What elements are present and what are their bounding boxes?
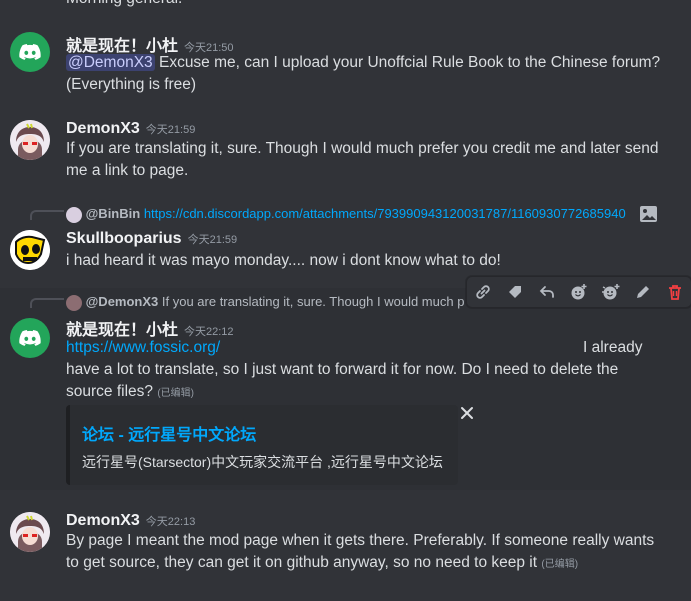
message-text-line: have a lot to translate, so I just want …	[66, 361, 619, 378]
link-icon[interactable]	[467, 276, 499, 308]
reply-link[interactable]: https://cdn.discordapp.com/attachments/7…	[144, 206, 626, 221]
message-actions-toolbar	[466, 276, 691, 308]
message-text-line: By page I meant the mod page when it get…	[66, 532, 655, 549]
message: 就是现在！小杜 今天21:50 @DemonX3 Excuse me, can I…	[0, 28, 691, 98]
message-content: @DemonX3 Excuse me, can I upload your Un…	[66, 52, 660, 74]
anime-avatar-icon	[10, 120, 50, 160]
delete-icon[interactable]	[659, 276, 691, 308]
discord-logo-icon	[19, 330, 41, 346]
mini-avatar	[66, 294, 82, 311]
message: DemonX3 今天22:13 By page I meant the mod p…	[0, 508, 691, 578]
user-mention[interactable]: @DemonX3	[66, 54, 155, 71]
tag-icon[interactable]	[499, 276, 531, 308]
embed-title[interactable]: 论坛 - 远行星号中文论坛	[82, 421, 256, 445]
message-text-line: to get source, they can get it on github…	[66, 554, 538, 571]
reply-preview[interactable]: @DemonX3 If you are translating it, sure…	[66, 294, 506, 311]
message-text: I already	[583, 339, 643, 356]
author-name[interactable]: DemonX3	[66, 512, 140, 529]
reply-author[interactable]: @DemonX3	[86, 294, 159, 309]
add-super-reaction-icon[interactable]	[595, 276, 627, 308]
message: @BinBin https://cdn.discordapp.com/attac…	[0, 200, 691, 275]
previous-message-text: Morning general.	[66, 0, 182, 10]
discord-logo-icon	[19, 44, 41, 60]
message-link[interactable]: https://www.fossic.org/	[66, 337, 220, 359]
message-text-line: me a link to page.	[66, 162, 189, 179]
message: DemonX3 今天21:59 If you are translating it…	[0, 116, 691, 186]
add-reaction-icon[interactable]	[563, 276, 595, 308]
message-text-line: (Everything is free)	[66, 76, 197, 93]
avatar[interactable]	[10, 318, 50, 358]
avatar[interactable]	[10, 120, 50, 160]
image-icon	[640, 206, 657, 222]
message-text-line: If you are translating it, sure. Though …	[66, 140, 659, 157]
reply-snippet: If you are translating it, sure. Though …	[161, 294, 465, 309]
message-text: Excuse me, can I upload your Unoffcial R…	[154, 54, 661, 71]
mini-avatar	[66, 206, 82, 223]
message-text-line: source files?	[66, 383, 154, 400]
remove-embed-icon[interactable]	[458, 404, 476, 422]
timestamp: 今天22:13	[145, 516, 196, 528]
edited-tag: (已编辑)	[541, 559, 579, 570]
reply-connector	[30, 210, 64, 220]
reply-connector	[30, 298, 64, 308]
avatar[interactable]	[10, 230, 50, 270]
avatar[interactable]	[10, 32, 50, 72]
author-name[interactable]: Skullbooparius	[66, 230, 182, 247]
link-embed: 论坛 - 远行星号中文论坛 远行星号(Starsector)中文玩家交流平台 ,…	[66, 405, 458, 485]
reply-author[interactable]: @BinBin	[86, 206, 141, 221]
edited-tag: (已编辑)	[157, 388, 194, 399]
author-name[interactable]: DemonX3	[66, 120, 140, 137]
timestamp: 今天21:59	[145, 124, 196, 136]
reply-icon[interactable]	[531, 276, 563, 308]
embed-description: 远行星号(Starsector)中文玩家交流平台 ,远行星号中文论坛	[82, 454, 443, 470]
message-text: i had heard it was mayo monday.... now i…	[66, 252, 501, 269]
reply-preview[interactable]: @BinBin https://cdn.discordapp.com/attac…	[66, 206, 686, 223]
message-hovered: @DemonX3 If you are translating it, sure…	[0, 288, 691, 490]
avatar[interactable]	[10, 512, 50, 552]
timestamp: 今天21:59	[187, 234, 238, 246]
anime-avatar-icon	[10, 512, 50, 552]
edit-icon[interactable]	[627, 276, 659, 308]
skull-avatar-icon	[10, 230, 50, 270]
